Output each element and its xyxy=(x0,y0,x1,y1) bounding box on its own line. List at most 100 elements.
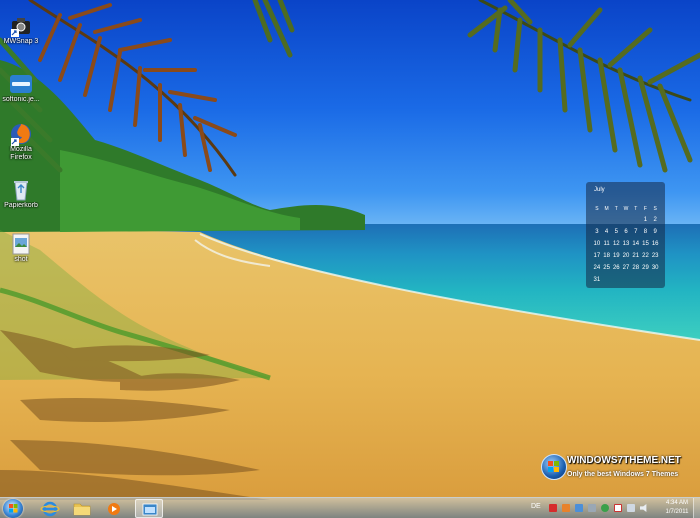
calendar-day[interactable] xyxy=(602,277,612,283)
desktop-icon-recycle-bin[interactable]: Papierkorb xyxy=(2,178,40,210)
volume-icon[interactable] xyxy=(640,504,647,512)
desktop-icon-shot[interactable]: shot xyxy=(2,232,40,264)
weekday-label: F xyxy=(643,206,647,212)
calendar-day[interactable]: 11 xyxy=(602,241,612,247)
app-window-icon xyxy=(142,503,158,516)
calendar-day[interactable]: 24 xyxy=(592,265,602,271)
calendar-day[interactable]: 1 xyxy=(641,217,651,223)
taskbar-button-media-player[interactable] xyxy=(100,499,128,518)
desktop-icon-softonic[interactable]: softonic.je... xyxy=(2,72,40,104)
calendar-weekday-header: S M T W T F S xyxy=(592,206,660,212)
desktop-icon-label: shot xyxy=(14,256,28,263)
watermark-title: WINDOWS7THEME.NET xyxy=(567,455,681,466)
calendar-week: 17 18 19 20 21 22 23 xyxy=(592,253,660,259)
calendar-day[interactable]: 7 xyxy=(631,229,641,235)
action-center-flag-icon[interactable] xyxy=(614,504,622,512)
system-tray: DE 4:34 AM 1/7/2011 xyxy=(528,498,700,518)
calendar-day[interactable]: 21 xyxy=(631,253,641,259)
calendar-day[interactable]: 22 xyxy=(641,253,651,259)
calendar-day[interactable] xyxy=(602,217,612,223)
weekday-label: S xyxy=(595,206,599,212)
weekday-label: T xyxy=(634,206,638,212)
language-indicator[interactable]: DE xyxy=(531,503,541,510)
calendar-day[interactable]: 15 xyxy=(641,241,651,247)
tray-app-icon[interactable] xyxy=(562,504,570,512)
image-file-icon xyxy=(9,232,33,256)
folder-icon xyxy=(73,503,91,516)
calendar-day[interactable]: 2 xyxy=(650,217,660,223)
calendar-day[interactable]: 9 xyxy=(650,229,660,235)
calendar-day[interactable]: 6 xyxy=(621,229,631,235)
calendar-gadget[interactable]: July S M T W T F S 12 3456789 10 11 12 13 14… xyxy=(586,182,665,288)
show-desktop-button[interactable] xyxy=(693,498,700,518)
windows-logo-icon xyxy=(9,504,18,513)
calendar-day[interactable] xyxy=(631,217,641,223)
calendar-week: 24 25 26 27 28 29 30 xyxy=(592,265,660,271)
calendar-day[interactable]: 17 xyxy=(592,253,602,259)
desktop-icon-firefox[interactable]: Mozilla Firefox xyxy=(2,122,40,162)
weekday-label: M xyxy=(604,206,609,212)
calendar-day[interactable]: 13 xyxy=(621,241,631,247)
calendar-day[interactable]: 26 xyxy=(611,265,621,271)
taskbar-button-active-app[interactable] xyxy=(135,499,163,518)
calendar-day[interactable]: 30 xyxy=(650,265,660,271)
desktop-icon-label: Mozilla Firefox xyxy=(10,146,32,161)
desktop-icon-label: Papierkorb xyxy=(4,202,38,209)
weekday-label: S xyxy=(653,206,657,212)
calendar-day[interactable]: 4 xyxy=(602,229,612,235)
internet-explorer-icon xyxy=(40,501,60,517)
calendar-week: 12 xyxy=(592,217,660,223)
calendar-day[interactable] xyxy=(650,277,660,283)
calendar-day[interactable]: 25 xyxy=(602,265,612,271)
calendar-day[interactable]: 14 xyxy=(631,241,641,247)
tray-antivirus-icon[interactable] xyxy=(549,504,557,512)
recycle-bin-icon xyxy=(9,178,33,202)
calendar-day[interactable]: 31 xyxy=(592,277,602,283)
clock-date: 1/7/2011 xyxy=(665,509,689,515)
calendar-week: 3456789 xyxy=(592,229,660,235)
media-player-icon xyxy=(108,503,120,515)
calendar-day[interactable]: 19 xyxy=(611,253,621,259)
calendar-day[interactable] xyxy=(631,277,641,283)
calendar-day[interactable] xyxy=(592,217,602,223)
calendar-day[interactable]: 29 xyxy=(641,265,651,271)
network-icon[interactable] xyxy=(627,504,635,512)
tray-device-icon[interactable] xyxy=(588,504,596,512)
taskbar-button-explorer[interactable] xyxy=(68,499,96,518)
weekday-label: T xyxy=(614,206,618,212)
calendar-day[interactable]: 20 xyxy=(621,253,631,259)
desktop[interactable]: MWSnap 3 softonic.je... Mozilla Firefox … xyxy=(0,0,700,518)
calendar-day[interactable] xyxy=(621,217,631,223)
weekday-label: W xyxy=(623,206,629,212)
tray-update-icon[interactable] xyxy=(601,504,609,512)
calendar-day[interactable]: 8 xyxy=(641,229,651,235)
camera-icon xyxy=(9,14,33,38)
calendar-day[interactable]: 18 xyxy=(602,253,612,259)
calendar-day[interactable]: 3 xyxy=(592,229,602,235)
watermark: WINDOWS7THEME.NET Only the best Windows … xyxy=(541,452,691,484)
calendar-day[interactable] xyxy=(611,217,621,223)
calendar-day[interactable] xyxy=(611,277,621,283)
calendar-day[interactable] xyxy=(621,277,631,283)
calendar-day[interactable]: 28 xyxy=(631,265,641,271)
taskbar-button-ie[interactable] xyxy=(36,499,64,518)
calendar-day[interactable]: 12 xyxy=(611,241,621,247)
calendar-day[interactable]: 27 xyxy=(621,265,631,271)
calendar-day[interactable]: 5 xyxy=(611,229,621,235)
tray-monitor-icon[interactable] xyxy=(575,504,583,512)
desktop-icon-label: MWSnap 3 xyxy=(3,38,39,45)
taskbar-clock[interactable]: 4:34 AM 1/7/2011 xyxy=(660,499,694,517)
calendar-day[interactable]: 10 xyxy=(592,241,602,247)
calendar-day[interactable] xyxy=(641,277,651,283)
windows-logo-icon xyxy=(541,454,567,480)
calendar-week: 10 11 12 13 14 15 16 xyxy=(592,241,660,247)
clock-time: 4:34 AM xyxy=(665,500,688,506)
taskbar: DE 4:34 AM 1/7/2011 xyxy=(0,497,700,518)
calendar-week: 31 xyxy=(592,277,660,283)
desktop-icon-mwsnap[interactable]: MWSnap 3 xyxy=(2,14,40,46)
calendar-day[interactable]: 16 xyxy=(650,241,660,247)
calendar-day[interactable]: 23 xyxy=(650,253,660,259)
watermark-subtitle: Only the best Windows 7 Themes xyxy=(567,471,679,478)
desktop-icon-label: softonic.je... xyxy=(2,96,40,103)
start-button[interactable] xyxy=(3,499,23,518)
